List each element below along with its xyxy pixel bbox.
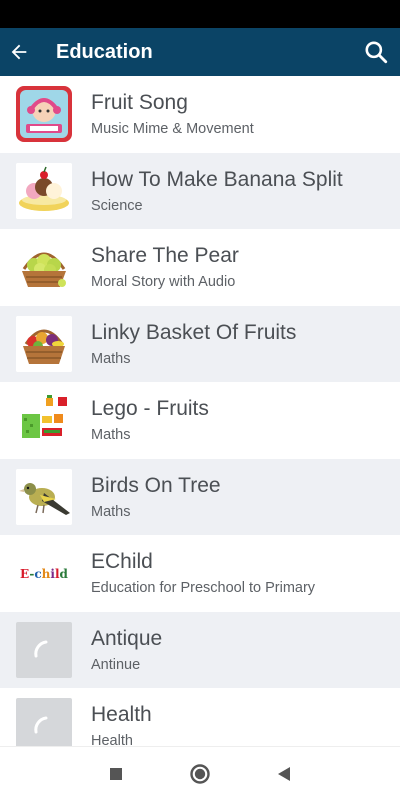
item-title: Linky Basket Of Fruits bbox=[91, 320, 297, 344]
list-item-antique[interactable]: Antique Antinue bbox=[0, 611, 400, 688]
loading-placeholder bbox=[16, 621, 72, 678]
svg-text:E-child: E-child bbox=[20, 567, 69, 581]
search-icon bbox=[365, 41, 388, 64]
back-button[interactable] bbox=[2, 28, 36, 76]
item-title: Birds On Tree bbox=[91, 473, 221, 497]
item-subtitle: Maths bbox=[91, 503, 131, 520]
item-title: Health bbox=[91, 703, 152, 727]
search-button[interactable] bbox=[352, 28, 400, 76]
item-title: EChild bbox=[91, 550, 153, 574]
list-item-birds-on-tree[interactable]: Birds On Tree Maths bbox=[0, 458, 400, 535]
item-subtitle: Maths bbox=[91, 350, 131, 367]
item-title: Share The Pear bbox=[91, 244, 239, 268]
item-title: Fruit Song bbox=[91, 91, 188, 115]
loading-spinner-icon bbox=[34, 716, 48, 734]
item-title: Antique bbox=[91, 626, 163, 650]
echild-logo: E-child bbox=[16, 545, 72, 602]
banana-split-thumbnail bbox=[16, 162, 72, 219]
list-item-linky-basket[interactable]: Linky Basket Of Fruits Maths bbox=[0, 305, 400, 382]
list-item-echild[interactable]: E-child EChild Education for Preschool t… bbox=[0, 535, 400, 612]
list-item-health[interactable]: Health Health bbox=[0, 688, 400, 746]
item-subtitle: Education for Preschool to Primary bbox=[91, 580, 316, 597]
circle-icon bbox=[190, 763, 210, 784]
page-title: Education bbox=[56, 40, 153, 63]
item-subtitle: Moral Story with Audio bbox=[91, 274, 236, 291]
list-item-share-the-pear[interactable]: Share The Pear Moral Story with Audio bbox=[0, 229, 400, 306]
lego-fruits-thumbnail bbox=[16, 392, 72, 449]
item-title: How To Make Banana Split bbox=[91, 167, 343, 191]
item-subtitle: Antinue bbox=[91, 656, 141, 673]
nav-back-button[interactable] bbox=[242, 747, 326, 801]
system-nav-bar bbox=[0, 746, 400, 800]
home-button[interactable] bbox=[158, 747, 242, 801]
fruit-song-thumbnail bbox=[16, 86, 72, 143]
item-subtitle: Science bbox=[91, 197, 143, 214]
status-bar bbox=[0, 0, 400, 28]
fruit-basket-thumbnail bbox=[16, 315, 72, 372]
loading-spinner-icon bbox=[34, 640, 48, 658]
item-subtitle: Maths bbox=[91, 427, 131, 444]
loading-placeholder bbox=[16, 698, 72, 746]
recents-button[interactable] bbox=[74, 747, 158, 801]
arrow-left-icon bbox=[11, 44, 27, 60]
list-item-fruit-song[interactable]: Fruit Song Music Mime & Movement bbox=[0, 76, 400, 153]
square-icon bbox=[110, 767, 122, 780]
content-list: Fruit Song Music Mime & Movement How To … bbox=[0, 76, 400, 746]
app-bar: Education bbox=[0, 28, 400, 76]
triangle-back-icon bbox=[278, 766, 290, 781]
list-item-lego-fruits[interactable]: Lego - Fruits Maths bbox=[0, 382, 400, 459]
item-subtitle: Music Mime & Movement bbox=[91, 121, 254, 138]
pear-basket-thumbnail bbox=[16, 239, 72, 296]
item-title: Lego - Fruits bbox=[91, 397, 209, 421]
item-subtitle: Health bbox=[91, 733, 133, 746]
list-item-banana-split[interactable]: How To Make Banana Split Science bbox=[0, 152, 400, 229]
bird-thumbnail bbox=[16, 468, 72, 525]
